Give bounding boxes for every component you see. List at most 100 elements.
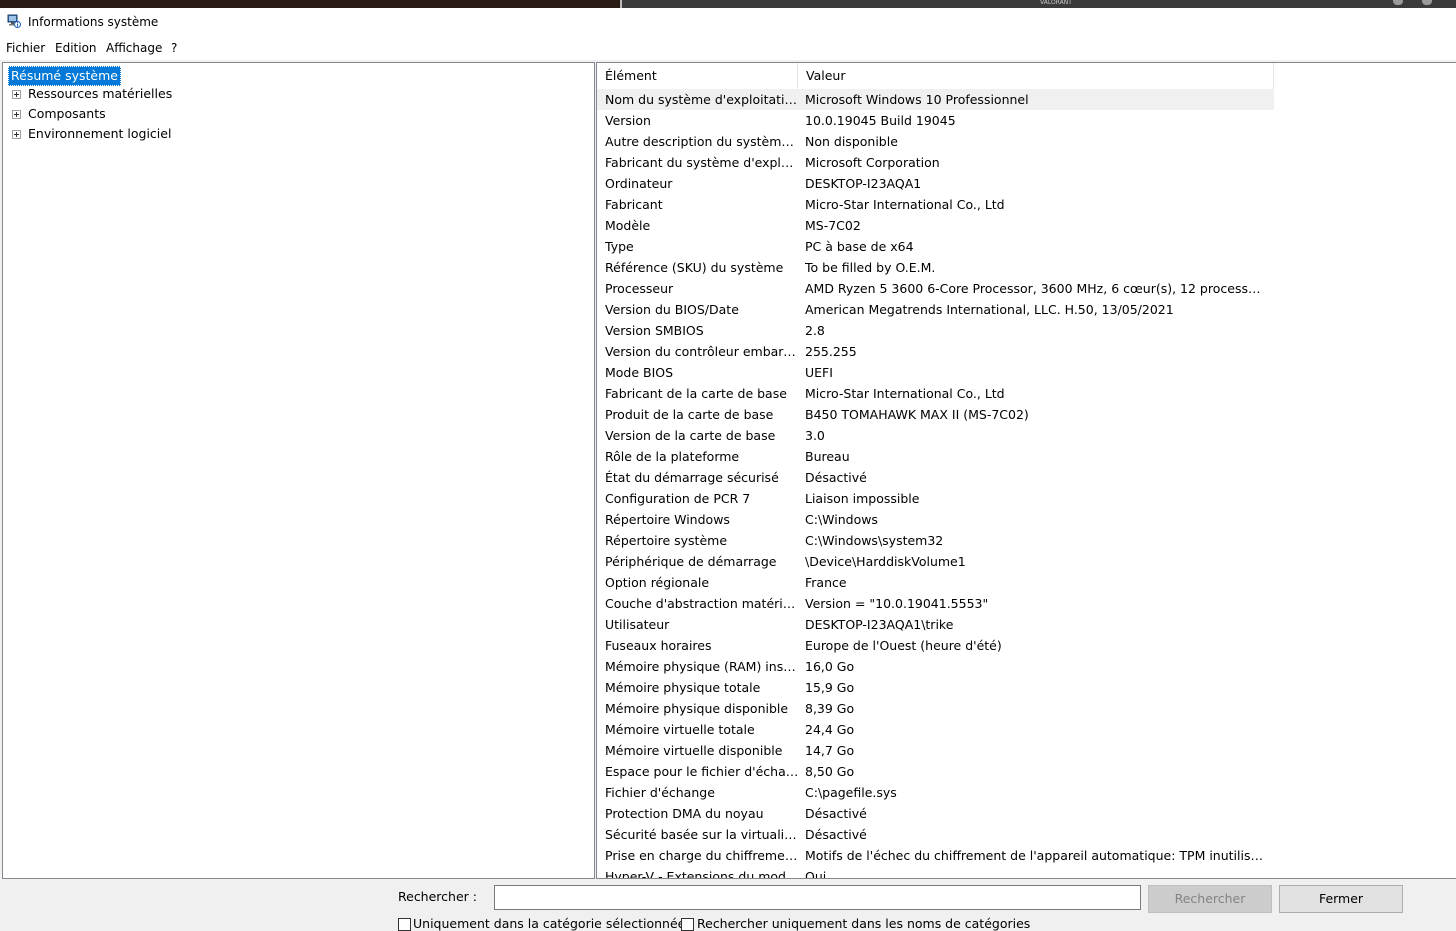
details-list[interactable]: Élément Valeur Nom du système d'exploita… (596, 62, 1456, 879)
close-button[interactable]: Fermer (1279, 885, 1403, 913)
column-header-value[interactable]: Valeur (798, 63, 1274, 89)
value-cell: Motifs de l'échec du chiffrement de l'ap… (805, 848, 1267, 863)
element-cell: Version du BIOS/Date (605, 302, 739, 317)
list-body: Nom du système d'exploitation Microsoft W… (597, 89, 1456, 878)
table-row[interactable]: Version de la carte de base 3.0 (597, 425, 1274, 446)
table-row[interactable]: Mémoire virtuelle totale 24,4 Go (597, 719, 1274, 740)
value-cell: 3.0 (805, 428, 825, 443)
element-cell: Sécurité basée sur la virtualisati... (605, 827, 799, 842)
background-window-right (622, 0, 1456, 8)
selected-category-only-checkbox[interactable] (398, 918, 411, 931)
table-row[interactable]: Fichier d'échange C:\pagefile.sys (597, 782, 1274, 803)
table-row[interactable]: Fabricant de la carte de base Micro-Star … (597, 383, 1274, 404)
table-row[interactable]: Mémoire physique totale 15,9 Go (597, 677, 1274, 698)
table-row[interactable]: Configuration de PCR 7 Liaison impossible (597, 488, 1274, 509)
value-cell: Désactivé (805, 827, 867, 842)
column-header-element[interactable]: Élément (597, 63, 798, 89)
element-cell: Version SMBIOS (605, 323, 704, 338)
expand-plus-icon[interactable] (12, 130, 21, 139)
tree-item-environnement-logiciel[interactable]: Environnement logiciel (28, 125, 171, 143)
table-row[interactable]: Répertoire système C:\Windows\system32 (597, 530, 1274, 551)
table-row[interactable]: État du démarrage sécurisé Désactivé (597, 467, 1274, 488)
element-cell: Autre description du système d... (605, 134, 799, 149)
table-row[interactable]: Ordinateur DESKTOP-I23AQA1 (597, 173, 1274, 194)
search-button[interactable]: Rechercher (1148, 885, 1272, 913)
table-row[interactable]: Autre description du système d... Non dis… (597, 131, 1274, 152)
title-bar: Informations système (0, 8, 1456, 38)
table-row[interactable]: Sécurité basée sur la virtualisati... Dés… (597, 824, 1274, 845)
expand-plus-icon[interactable] (12, 90, 21, 99)
value-cell: 15,9 Go (805, 680, 855, 695)
table-row[interactable]: Version du BIOS/Date American Megatrends … (597, 299, 1274, 320)
value-cell: Désactivé (805, 470, 867, 485)
list-header: Élément Valeur (597, 63, 1274, 89)
value-cell: Microsoft Corporation (805, 155, 940, 170)
value-cell: 14,7 Go (805, 743, 855, 758)
table-row[interactable]: Couche d'abstraction matérielle Version =… (597, 593, 1274, 614)
element-cell: Rôle de la plateforme (605, 449, 740, 464)
value-cell: 8,50 Go (805, 764, 855, 779)
category-names-only-checkbox[interactable] (681, 918, 694, 931)
table-row[interactable]: Protection DMA du noyau Désactivé (597, 803, 1274, 824)
table-row[interactable]: Mémoire physique disponible 8,39 Go (597, 698, 1274, 719)
table-row[interactable]: Mémoire virtuelle disponible 14,7 Go (597, 740, 1274, 761)
table-row[interactable]: Référence (SKU) du système To be filled b… (597, 257, 1274, 278)
table-row[interactable]: Mode BIOS UEFI (597, 362, 1274, 383)
value-cell: C:\Windows\system32 (805, 533, 944, 548)
table-row[interactable]: Version du contrôleur embarqué 255.255 (597, 341, 1274, 362)
table-row[interactable]: Nom du système d'exploitation Microsoft W… (597, 89, 1274, 110)
value-cell: Europe de l'Ouest (heure d'été) (805, 638, 1002, 653)
table-row[interactable]: Fabricant Micro-Star International Co., L… (597, 194, 1274, 215)
menu-bar: Fichier Edition Affichage ? (0, 38, 1456, 60)
table-row[interactable]: Prise en charge du chiffrement ... Motifs… (597, 845, 1274, 866)
value-cell: Bureau (805, 449, 850, 464)
element-cell: Mémoire physique disponible (605, 701, 789, 716)
table-row[interactable]: Mémoire physique (RAM) instal... 16,0 Go (597, 656, 1274, 677)
value-cell: Micro-Star International Co., Ltd (805, 386, 1005, 401)
element-cell: Espace pour le fichier d'échange (605, 764, 799, 779)
value-cell: B450 TOMAHAWK MAX II (MS-7C02) (805, 407, 1029, 422)
tree-item-ressources-materielles[interactable]: Ressources matérielles (28, 85, 172, 103)
element-cell: Ordinateur (605, 176, 673, 191)
element-cell: Référence (SKU) du système (605, 260, 784, 275)
menu-edition[interactable]: Edition (55, 41, 97, 55)
table-row[interactable]: Fuseaux horaires Europe de l'Ouest (heure… (597, 635, 1274, 656)
table-row[interactable]: Utilisateur DESKTOP-I23AQA1\trike (597, 614, 1274, 635)
value-cell: Oui (805, 869, 827, 878)
element-cell: Mémoire physique totale (605, 680, 761, 695)
tree-item-resume-systeme[interactable]: Résumé système (8, 66, 121, 86)
table-row[interactable]: Modèle MS-7C02 (597, 215, 1274, 236)
table-row[interactable]: Processeur AMD Ryzen 5 3600 6-Core Proces… (597, 278, 1274, 299)
element-cell: Périphérique de démarrage (605, 554, 777, 569)
table-row[interactable]: Hyper-V - Extensions du mode ... Oui (597, 866, 1274, 878)
table-row[interactable]: Version SMBIOS 2.8 (597, 320, 1274, 341)
search-input[interactable] (494, 885, 1141, 910)
element-cell: Version (605, 113, 651, 128)
background-game-label: VALORANT (1040, 0, 1072, 6)
menu-help[interactable]: ? (171, 41, 177, 55)
background-window-strip: VALORANT (0, 0, 1456, 8)
tree-item-composants[interactable]: Composants (28, 105, 106, 123)
table-row[interactable]: Espace pour le fichier d'échange 8,50 Go (597, 761, 1274, 782)
table-row[interactable]: Fabricant du système d'exploit... Microso… (597, 152, 1274, 173)
value-cell: AMD Ryzen 5 3600 6-Core Processor, 3600 … (805, 281, 1267, 296)
table-row[interactable]: Option régionale France (597, 572, 1274, 593)
value-cell: 10.0.19045 Build 19045 (805, 113, 956, 128)
category-tree[interactable]: Résumé système Ressources matérielles Co… (2, 62, 595, 879)
table-row[interactable]: Version 10.0.19045 Build 19045 (597, 110, 1274, 131)
table-row[interactable]: Produit de la carte de base B450 TOMAHAWK… (597, 404, 1274, 425)
background-window-left (0, 0, 620, 8)
element-cell: Utilisateur (605, 617, 670, 632)
table-row[interactable]: Périphérique de démarrage \Device\Harddis… (597, 551, 1274, 572)
menu-fichier[interactable]: Fichier (6, 41, 45, 55)
value-cell: Version = "10.0.19041.5553" (805, 596, 989, 611)
element-cell: Répertoire Windows (605, 512, 730, 527)
element-cell: Fichier d'échange (605, 785, 715, 800)
menu-affichage[interactable]: Affichage (106, 41, 162, 55)
table-row[interactable]: Rôle de la plateforme Bureau (597, 446, 1274, 467)
value-cell: UEFI (805, 365, 833, 380)
expand-plus-icon[interactable] (12, 110, 21, 119)
table-row[interactable]: Type PC à base de x64 (597, 236, 1274, 257)
table-row[interactable]: Répertoire Windows C:\Windows (597, 509, 1274, 530)
value-cell: DESKTOP-I23AQA1 (805, 176, 922, 191)
